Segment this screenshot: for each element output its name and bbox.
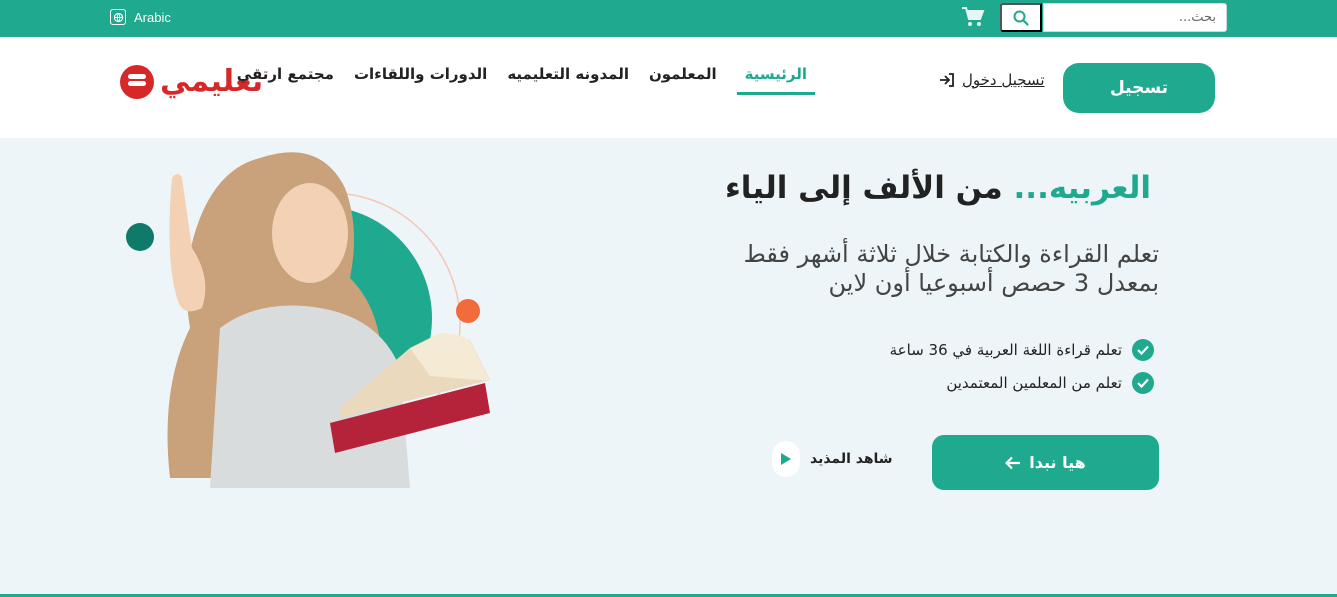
- cart-icon[interactable]: [961, 6, 985, 28]
- search-icon: [1013, 10, 1029, 26]
- arrow-left-icon: [1005, 456, 1021, 469]
- nav-item-courses[interactable]: الدورات واللقاءات: [354, 65, 487, 95]
- hero-title-rest: من الألف إلى الياء: [724, 170, 1003, 206]
- hero-title-accent: العربيه...: [1013, 170, 1151, 206]
- nav-item-community[interactable]: مجتمع ارتقي: [237, 65, 334, 95]
- login-label: تسجيل دخول: [962, 71, 1045, 89]
- main-header: تعليمي الرئيسية المعلمون المدونه التعليم…: [0, 37, 1337, 138]
- hero-title: العربيه... من الألف إلى الياء: [725, 170, 1151, 206]
- search-button[interactable]: [1000, 3, 1042, 32]
- hero-subtitle: تعلم القراءة والكتابة خلال ثلاثة أشهر فق…: [743, 240, 1159, 297]
- feature-text: تعلم من المعلمين المعتمدين: [946, 373, 1122, 392]
- language-label: Arabic: [134, 9, 171, 25]
- list-item: تعلم قراءة اللغة العربية في 36 ساعة: [890, 333, 1154, 366]
- hero-illustration: [110, 138, 510, 488]
- start-button[interactable]: هيا نبدا: [932, 435, 1159, 490]
- nav-item-home[interactable]: الرئيسية: [736, 65, 815, 95]
- watch-more-label: شاهد المذيد: [810, 451, 893, 467]
- main-nav: الرئيسية المعلمون المدونه التعليميه الدو…: [237, 65, 815, 95]
- watch-more-link[interactable]: شاهد المذيد: [772, 441, 893, 477]
- feature-text: تعلم قراءة اللغة العربية في 36 ساعة: [889, 340, 1122, 359]
- globe-icon: [110, 9, 126, 25]
- login-link[interactable]: تسجيل دخول: [938, 71, 1045, 89]
- language-switcher[interactable]: Arabic: [110, 9, 171, 25]
- register-button[interactable]: تسجيل: [1063, 63, 1215, 113]
- nav-item-blog[interactable]: المدونه التعليميه: [507, 65, 629, 95]
- start-label: هيا نبدا: [1029, 453, 1086, 472]
- top-bar: Arabic: [0, 0, 1337, 37]
- logo-mark-icon: [120, 65, 154, 99]
- list-item: تعلم من المعلمين المعتمدين: [890, 366, 1154, 399]
- search-input[interactable]: [1043, 3, 1227, 32]
- nav-item-teachers[interactable]: المعلمون: [649, 65, 717, 95]
- check-circle-icon: [1132, 371, 1154, 394]
- play-icon[interactable]: [772, 441, 800, 477]
- feature-list: تعلم قراءة اللغة العربية في 36 ساعة تعلم…: [890, 333, 1154, 399]
- check-circle-icon: [1132, 338, 1154, 361]
- login-arrow-icon: [940, 73, 954, 87]
